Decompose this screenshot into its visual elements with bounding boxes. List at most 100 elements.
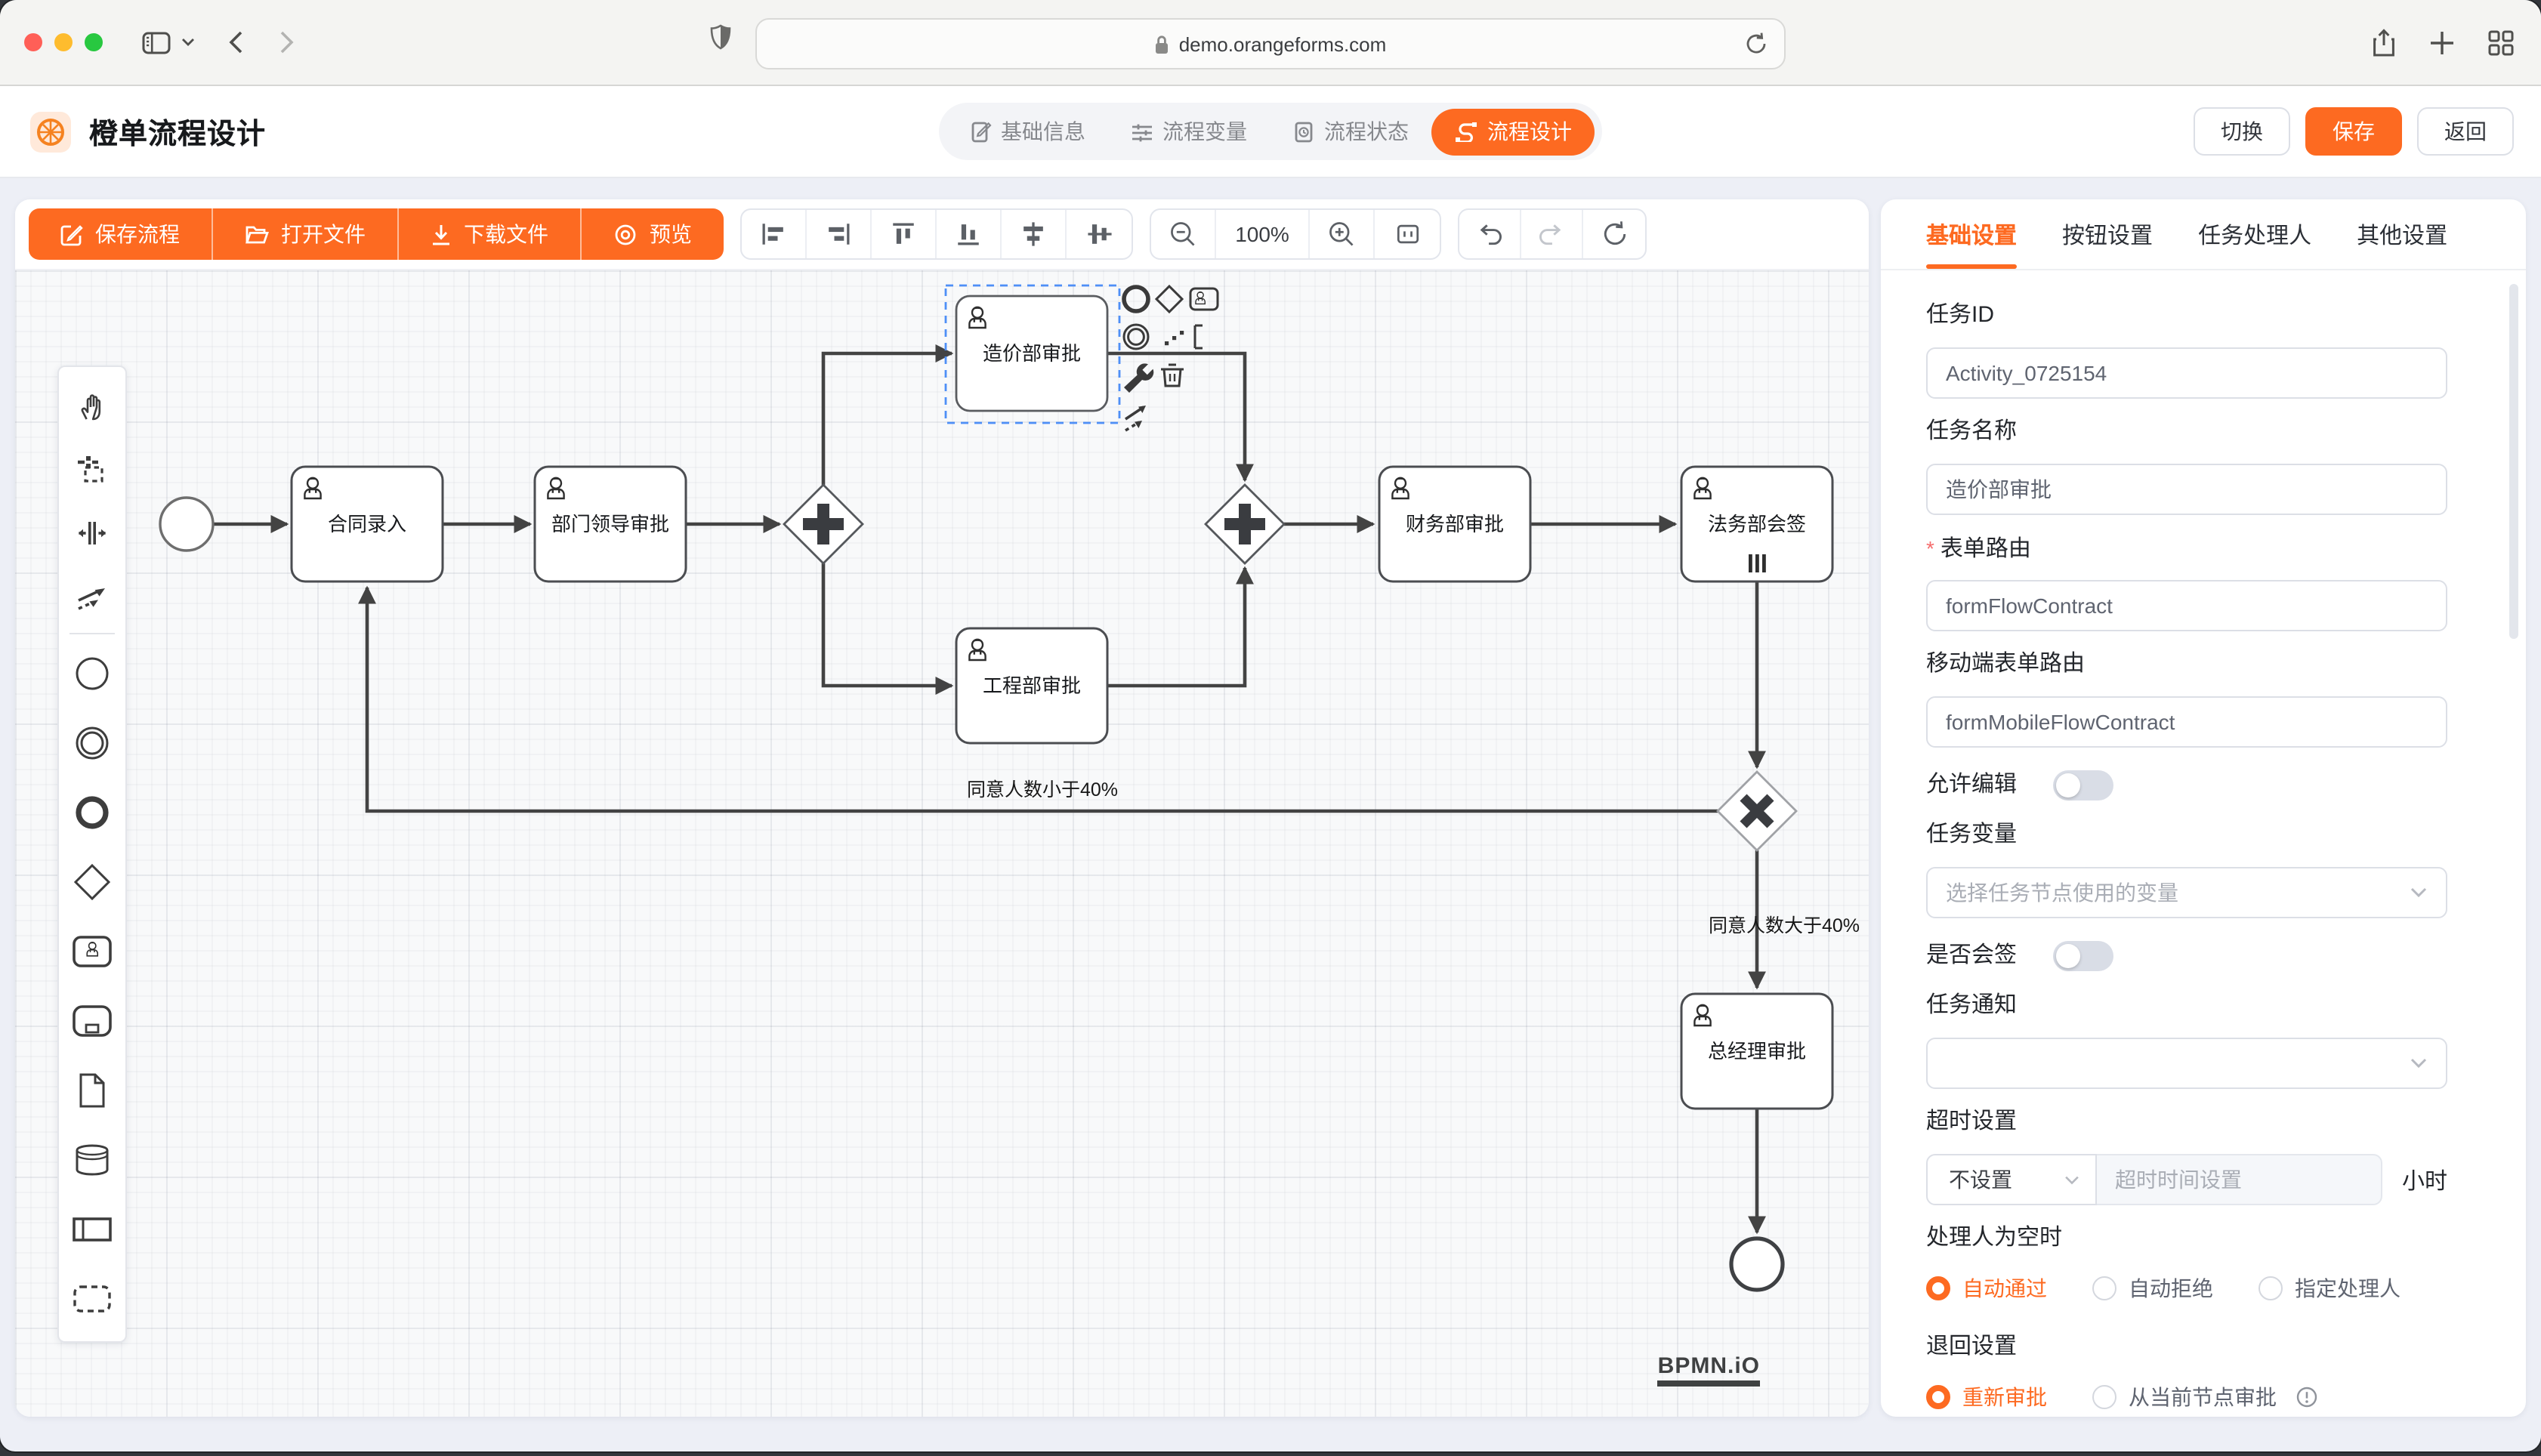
save-flow-button[interactable]: 保存流程 <box>29 208 213 260</box>
radio-re-approve[interactable]: 重新审批 <box>1926 1382 2047 1412</box>
panel-tab-buttons[interactable]: 按钮设置 <box>2062 199 2153 269</box>
redo-button[interactable] <box>1521 210 1583 258</box>
create-user-task[interactable] <box>59 917 125 986</box>
task-id-input[interactable]: Activity_0725154 <box>1926 347 2447 399</box>
radio-assign-handler[interactable]: 指定处理人 <box>2258 1273 2401 1303</box>
create-data-object[interactable] <box>59 1056 125 1125</box>
create-start-event[interactable] <box>59 639 125 708</box>
data-object-icon <box>74 1071 110 1110</box>
edge-label-lt40[interactable]: 同意人数小于40% <box>967 779 1118 800</box>
zoom-out-icon <box>1168 219 1198 249</box>
undo-button[interactable] <box>1459 210 1521 258</box>
bpmn-diagram: 同意人数小于40% 同意人数大于40% 合同录入 部门领导审批 <box>15 270 1869 1415</box>
hand-tool[interactable] <box>59 375 125 438</box>
sidebar-toggle-icon[interactable] <box>142 31 171 54</box>
tab-flow-status[interactable]: 流程状态 <box>1270 103 1431 160</box>
close-window-button[interactable] <box>24 33 42 51</box>
align-right-button[interactable] <box>807 210 872 258</box>
eye-icon <box>613 223 638 245</box>
switch-button[interactable]: 切换 <box>2194 107 2290 156</box>
tab-overview-icon[interactable] <box>2488 30 2514 56</box>
create-end-event[interactable] <box>59 778 125 847</box>
reset-button[interactable] <box>1583 210 1645 258</box>
panel-tab-assignee[interactable]: 任务处理人 <box>2198 199 2311 269</box>
task-name-label: 任务名称 <box>1926 417 2447 447</box>
panel-tab-basic[interactable]: 基础设置 <box>1926 199 2017 269</box>
hand-icon <box>74 388 110 424</box>
bpmn-canvas[interactable]: 同意人数小于40% 同意人数大于40% 合同录入 部门领导审批 <box>15 270 1869 1417</box>
start-event[interactable] <box>160 498 213 551</box>
back-to-list-button[interactable]: 返回 <box>2417 107 2514 156</box>
back-button[interactable] <box>228 30 243 54</box>
timeout-mode-select[interactable]: 不设置 <box>1926 1154 2097 1205</box>
preview-button[interactable]: 预览 <box>582 208 724 260</box>
mobile-form-route-input[interactable]: formMobileFlowContract <box>1926 696 2447 748</box>
create-subprocess[interactable] <box>59 986 125 1056</box>
task-variable-select[interactable]: 选择任务节点使用的变量 <box>1926 867 2447 918</box>
append-end-event-icon <box>1124 287 1148 311</box>
parallel-gateway-join[interactable] <box>1206 485 1284 563</box>
radio-from-current-node[interactable]: 从当前节点审批 <box>2092 1382 2317 1412</box>
align-center-horizontal-icon <box>1017 217 1050 251</box>
task-legal-countersign[interactable]: 法务部会签 <box>1681 467 1832 581</box>
radio-auto-approve[interactable]: 自动通过 <box>1926 1273 2047 1303</box>
end-event[interactable] <box>1731 1239 1783 1290</box>
task-general-manager[interactable]: 总经理审批 <box>1681 994 1832 1109</box>
timeout-value-input[interactable]: 超时时间设置 <box>2097 1154 2382 1205</box>
radio-auto-reject[interactable]: 自动拒绝 <box>2092 1273 2213 1303</box>
download-file-button[interactable]: 下载文件 <box>399 208 582 260</box>
zoom-out-button[interactable] <box>1151 210 1216 258</box>
tab-flow-design[interactable]: 流程设计 <box>1431 108 1595 155</box>
global-connect-tool[interactable] <box>59 565 125 628</box>
align-left-button[interactable] <box>742 210 807 258</box>
privacy-shield-icon[interactable] <box>710 24 731 50</box>
parallel-gateway-split[interactable] <box>784 485 863 563</box>
align-bottom-button[interactable] <box>937 210 1002 258</box>
redo-icon <box>1536 219 1567 249</box>
create-participant[interactable] <box>59 1195 125 1264</box>
zoom-in-button[interactable] <box>1310 210 1375 258</box>
create-data-store[interactable] <box>59 1125 125 1195</box>
panel-tab-other[interactable]: 其他设置 <box>2357 199 2447 269</box>
context-pad[interactable] <box>1124 286 1218 430</box>
tab-basic-info[interactable]: 基础信息 <box>946 103 1108 160</box>
exclusive-gateway[interactable] <box>1718 772 1796 850</box>
task-variable-label: 任务变量 <box>1926 820 2447 850</box>
task-notify-select[interactable] <box>1926 1038 2447 1089</box>
task-name-input[interactable]: 造价部审批 <box>1926 464 2447 515</box>
task-finance[interactable]: 财务部审批 <box>1379 467 1530 581</box>
form-route-input[interactable]: formFlowContract <box>1926 580 2447 631</box>
form-route-label: *表单路由 <box>1926 533 2447 563</box>
task-engineering[interactable]: 工程部审批 <box>956 628 1107 743</box>
new-tab-icon[interactable] <box>2429 30 2455 56</box>
citrus-icon <box>36 117 65 146</box>
align-center-vertical-button[interactable] <box>1067 210 1132 258</box>
panel-scrollbar[interactable] <box>2509 284 2518 639</box>
open-file-button[interactable]: 打开文件 <box>213 208 399 260</box>
reload-icon[interactable] <box>1745 32 1768 56</box>
align-center-horizontal-button[interactable] <box>1002 210 1067 258</box>
zoom-window-button[interactable] <box>85 33 103 51</box>
task-contract-entry[interactable]: 合同录入 <box>292 467 443 581</box>
address-bar[interactable]: demo.orangeforms.com <box>755 18 1786 69</box>
sidebar-chevron-icon[interactable] <box>181 38 195 47</box>
create-intermediate-event[interactable] <box>59 708 125 778</box>
share-icon[interactable] <box>2372 29 2396 57</box>
bpmn-io-watermark[interactable]: BPMN.iO <box>1658 1353 1760 1387</box>
edge-label-gt40[interactable]: 同意人数大于40% <box>1709 915 1860 936</box>
countersign-toggle[interactable] <box>2053 941 2113 971</box>
align-top-button[interactable] <box>872 210 937 258</box>
create-group[interactable] <box>59 1264 125 1334</box>
allow-edit-toggle[interactable] <box>2053 770 2113 800</box>
tab-flow-variables[interactable]: 流程变量 <box>1108 103 1270 160</box>
space-tool[interactable] <box>59 501 125 565</box>
fit-viewport-button[interactable] <box>1375 210 1440 258</box>
task-dept-leader[interactable]: 部门领导审批 <box>535 467 686 581</box>
forward-button[interactable] <box>279 30 295 54</box>
create-gateway[interactable] <box>59 847 125 917</box>
save-button[interactable]: 保存 <box>2305 107 2402 156</box>
task-cost-dept[interactable]: 造价部审批 <box>956 296 1107 411</box>
minimize-window-button[interactable] <box>54 33 73 51</box>
info-icon[interactable] <box>2296 1387 2317 1408</box>
lasso-tool[interactable] <box>59 438 125 501</box>
